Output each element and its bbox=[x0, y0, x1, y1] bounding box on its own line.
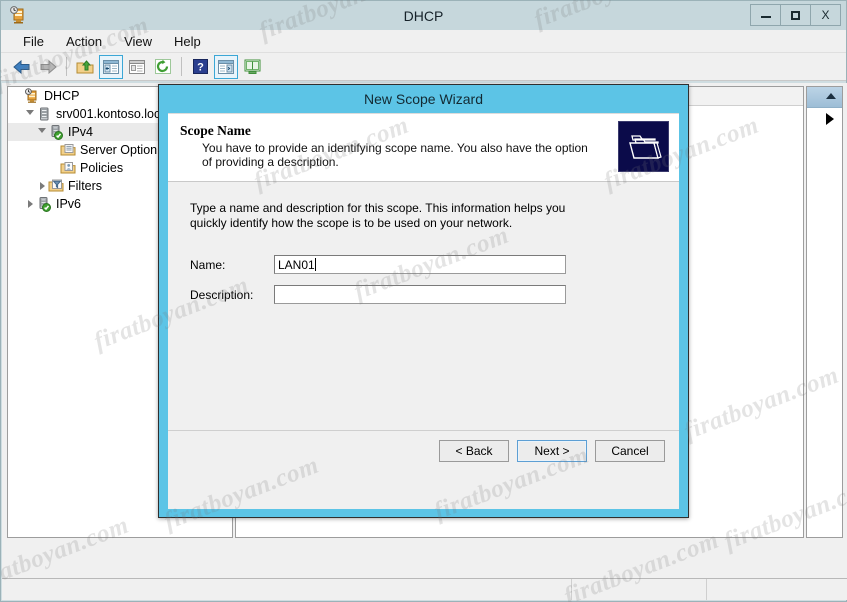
title-bar: DHCP X bbox=[1, 1, 846, 30]
show-hide-action-pane-icon[interactable] bbox=[214, 54, 238, 79]
cancel-button[interactable]: Cancel bbox=[595, 439, 665, 462]
maximize-button[interactable] bbox=[780, 4, 811, 26]
tree-node-label: IPv6 bbox=[56, 197, 82, 211]
tree-expander[interactable] bbox=[24, 105, 36, 123]
show-hide-console-tree-icon[interactable] bbox=[99, 54, 123, 79]
dialog-heading: Scope Name bbox=[180, 123, 251, 138]
status-pane-2 bbox=[572, 579, 707, 600]
dialog-body: Scope Name You have to provide an identi… bbox=[168, 113, 679, 509]
ipv4-icon bbox=[51, 125, 63, 140]
right-chevron-icon[interactable] bbox=[826, 113, 834, 125]
dhcp-console-window: DHCP X File Action View Help ? DHCP srv0… bbox=[0, 0, 847, 602]
text-caret bbox=[314, 258, 316, 271]
back-icon[interactable] bbox=[10, 55, 34, 79]
tree-node-label: IPv4 bbox=[68, 125, 94, 139]
ipv6-icon bbox=[39, 197, 51, 212]
tree-expander[interactable] bbox=[12, 87, 24, 105]
policies-icon bbox=[60, 162, 76, 174]
svg-text:?: ? bbox=[197, 62, 204, 74]
export-list-icon[interactable] bbox=[240, 55, 264, 79]
tree-node-label: Policies bbox=[80, 161, 124, 175]
dialog-intro-text: Type a name and description for this sco… bbox=[190, 201, 566, 230]
tree-node-label: Server Option bbox=[80, 143, 158, 157]
new-scope-wizard-dialog: New Scope Wizard Scope Name You have to … bbox=[158, 84, 689, 518]
menu-file[interactable]: File bbox=[13, 31, 54, 52]
refresh-icon[interactable] bbox=[151, 55, 175, 79]
menu-bar: File Action View Help bbox=[1, 30, 846, 53]
name-field-row: Name: LAN01 bbox=[190, 255, 659, 274]
next-button[interactable]: Next > bbox=[517, 439, 587, 462]
tree-expander[interactable] bbox=[24, 195, 36, 213]
forward-icon[interactable] bbox=[36, 55, 60, 79]
menu-action[interactable]: Action bbox=[56, 31, 112, 52]
dialog-header: Scope Name You have to provide an identi… bbox=[168, 114, 679, 182]
list-column-3[interactable] bbox=[686, 87, 803, 105]
action-pane[interactable] bbox=[806, 86, 843, 538]
scope-name-value: LAN01 bbox=[278, 258, 315, 272]
server-icon bbox=[40, 107, 49, 121]
status-pane-1 bbox=[2, 579, 572, 600]
action-pane-header[interactable] bbox=[807, 87, 842, 108]
stacked-folders-icon bbox=[618, 121, 669, 172]
filters-funnel-icon bbox=[48, 179, 64, 192]
minimize-button[interactable] bbox=[750, 4, 781, 26]
tree-node-label: srv001.kontoso.loca bbox=[56, 107, 168, 121]
up-arrow-icon[interactable] bbox=[826, 93, 836, 99]
toolbar: ? bbox=[1, 53, 846, 81]
close-button[interactable]: X bbox=[810, 4, 841, 26]
dialog-title: New Scope Wizard bbox=[363, 91, 484, 107]
tree-node-label: Filters bbox=[68, 179, 103, 193]
tree-expander[interactable] bbox=[48, 159, 60, 177]
status-pane-3 bbox=[707, 579, 847, 600]
dialog-main: Type a name and description for this sco… bbox=[168, 182, 679, 470]
dialog-subheading: You have to provide an identifying scope… bbox=[202, 141, 588, 169]
toolbar-separator bbox=[66, 57, 67, 76]
dhcp-root-icon bbox=[25, 88, 37, 103]
tree-expander[interactable] bbox=[36, 177, 48, 195]
tree-expander[interactable] bbox=[48, 141, 60, 159]
description-field-label: Description: bbox=[190, 287, 254, 302]
tree-node-label: DHCP bbox=[44, 89, 80, 103]
menu-view[interactable]: View bbox=[114, 31, 162, 52]
menu-help[interactable]: Help bbox=[164, 31, 211, 52]
back-button[interactable]: < Back bbox=[439, 439, 509, 462]
properties-icon[interactable] bbox=[125, 55, 149, 79]
tree-expander[interactable] bbox=[36, 123, 48, 141]
name-field-label: Name: bbox=[190, 257, 226, 272]
dialog-title-bar: New Scope Wizard bbox=[159, 85, 688, 113]
up-one-level-icon[interactable] bbox=[73, 55, 97, 79]
scope-name-input[interactable]: LAN01 bbox=[274, 255, 566, 274]
window-controls: X bbox=[750, 4, 841, 26]
toolbar-separator bbox=[181, 57, 182, 76]
dialog-footer: < Back Next > Cancel bbox=[168, 430, 679, 470]
server-options-icon bbox=[60, 144, 76, 156]
help-icon[interactable]: ? bbox=[188, 55, 212, 79]
window-title: DHCP bbox=[403, 7, 444, 24]
scope-description-input[interactable] bbox=[274, 285, 566, 304]
description-field-row: Description: bbox=[190, 285, 659, 304]
status-bar bbox=[2, 578, 847, 600]
